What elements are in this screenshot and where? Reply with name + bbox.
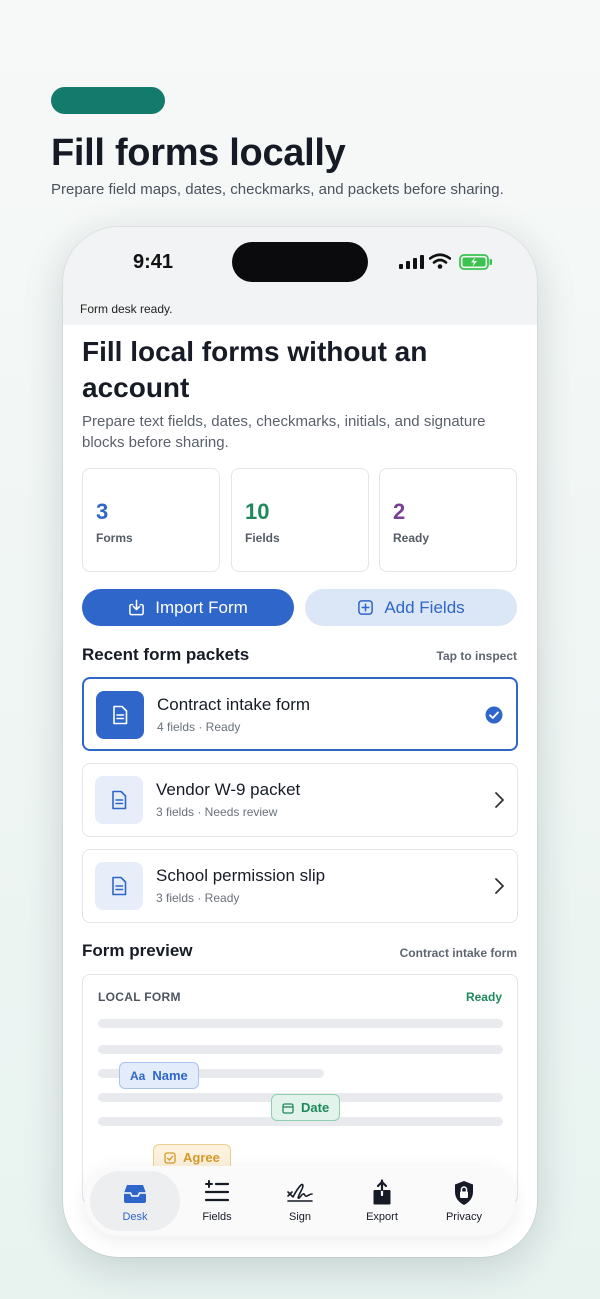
calendar-icon bbox=[282, 1102, 294, 1114]
brand-pill bbox=[51, 87, 165, 114]
bottom-tab-bar: Desk Fields Sign Export Privacy bbox=[85, 1166, 515, 1236]
promo-subtitle: Prepare field maps, dates, checkmarks, a… bbox=[51, 181, 504, 198]
packet-subtitle: 3 fields · Needs review bbox=[156, 805, 278, 819]
status-toast: Form desk ready. bbox=[80, 302, 173, 316]
stat-value: 3 bbox=[96, 499, 109, 524]
tab-label: Fields bbox=[202, 1211, 232, 1223]
plus-square-icon bbox=[358, 600, 374, 615]
import-form-label: Import Form bbox=[155, 597, 248, 617]
preview-section-current: Contract intake form bbox=[399, 946, 517, 960]
stat-card-ready[interactable]: 2 Ready bbox=[379, 468, 517, 572]
field-chip-date[interactable]: Date bbox=[271, 1094, 341, 1121]
tab-privacy[interactable]: Privacy bbox=[419, 1171, 509, 1231]
document-icon bbox=[96, 691, 144, 739]
signal-icon bbox=[399, 255, 424, 269]
add-fields-button[interactable]: Add Fields bbox=[305, 589, 517, 626]
status-time: 9:41 bbox=[133, 251, 174, 273]
status-bar: 9:41 Form desk ready. bbox=[63, 227, 537, 325]
import-form-button[interactable]: Import Form bbox=[82, 589, 294, 626]
packet-title: Vendor W-9 packet bbox=[156, 780, 301, 799]
tab-label: Desk bbox=[122, 1211, 148, 1223]
checkbox-icon bbox=[164, 1151, 176, 1164]
text-field-icon: Aa bbox=[130, 1068, 146, 1083]
stat-card-forms[interactable]: 3 Forms bbox=[82, 468, 220, 572]
tab-label: Export bbox=[366, 1211, 398, 1223]
document-icon bbox=[95, 862, 143, 910]
packet-subtitle: 3 fields · Ready bbox=[156, 891, 240, 905]
add-fields-label: Add Fields bbox=[384, 597, 465, 617]
inbox-tray-icon bbox=[124, 1185, 146, 1203]
stat-label: Ready bbox=[393, 531, 430, 545]
packets-section-hint: Tap to inspect bbox=[436, 649, 517, 663]
battery-icon bbox=[459, 254, 492, 270]
page-title: Fill local forms without an account bbox=[82, 336, 428, 403]
add-list-icon bbox=[204, 1180, 230, 1202]
stat-label: Forms bbox=[96, 531, 133, 545]
packet-title: School permission slip bbox=[156, 866, 326, 885]
lock-shield-icon bbox=[455, 1181, 473, 1205]
stat-value: 2 bbox=[393, 499, 406, 524]
share-icon bbox=[373, 1179, 391, 1205]
packet-item-permission-slip[interactable]: School permission slip 3 fields · Ready bbox=[82, 849, 518, 923]
tab-fields[interactable]: Fields bbox=[172, 1171, 262, 1231]
chevron-right-icon bbox=[495, 792, 504, 808]
document-icon bbox=[95, 776, 143, 824]
stat-card-fields[interactable]: 10 Fields bbox=[231, 468, 369, 572]
tab-label: Sign bbox=[288, 1211, 312, 1223]
promo-title: Fill forms locally bbox=[51, 132, 346, 174]
import-icon bbox=[129, 599, 145, 616]
packet-item-vendor-w9[interactable]: Vendor W-9 packet 3 fields · Needs revie… bbox=[82, 763, 518, 837]
field-chip-label: Name bbox=[152, 1068, 188, 1083]
packet-subtitle: 4 fields · Ready bbox=[157, 720, 241, 734]
page-description: Prepare text fields, dates, checkmarks, … bbox=[82, 413, 486, 451]
check-circle-icon bbox=[485, 706, 503, 724]
form-line bbox=[98, 1019, 503, 1028]
preview-status: Ready bbox=[465, 990, 502, 1004]
tab-label: Privacy bbox=[445, 1211, 483, 1223]
field-chip-label: Date bbox=[301, 1100, 330, 1115]
signature-icon bbox=[287, 1183, 313, 1202]
preview-label: LOCAL FORM bbox=[98, 990, 181, 1004]
preview-section-title: Form preview bbox=[82, 941, 193, 960]
field-chip-label: Agree bbox=[183, 1150, 220, 1165]
wifi-icon bbox=[429, 253, 451, 269]
tab-desk[interactable]: Desk bbox=[90, 1171, 180, 1231]
packet-title: Contract intake form bbox=[157, 695, 311, 714]
stat-value: 10 bbox=[245, 499, 270, 524]
form-line bbox=[98, 1045, 503, 1054]
chevron-right-icon bbox=[495, 878, 504, 894]
phone-frame: 9:41 Form desk ready. Fill local forms w… bbox=[63, 227, 537, 1257]
packets-section-title: Recent form packets bbox=[82, 645, 250, 664]
field-chip-name[interactable]: Aa Name bbox=[119, 1062, 199, 1089]
packet-item-contract-intake[interactable]: Contract intake form 4 fields · Ready bbox=[82, 677, 518, 751]
stat-label: Fields bbox=[245, 531, 280, 545]
tab-sign[interactable]: Sign bbox=[255, 1171, 345, 1231]
dynamic-island bbox=[232, 242, 368, 282]
tab-export[interactable]: Export bbox=[337, 1171, 427, 1231]
